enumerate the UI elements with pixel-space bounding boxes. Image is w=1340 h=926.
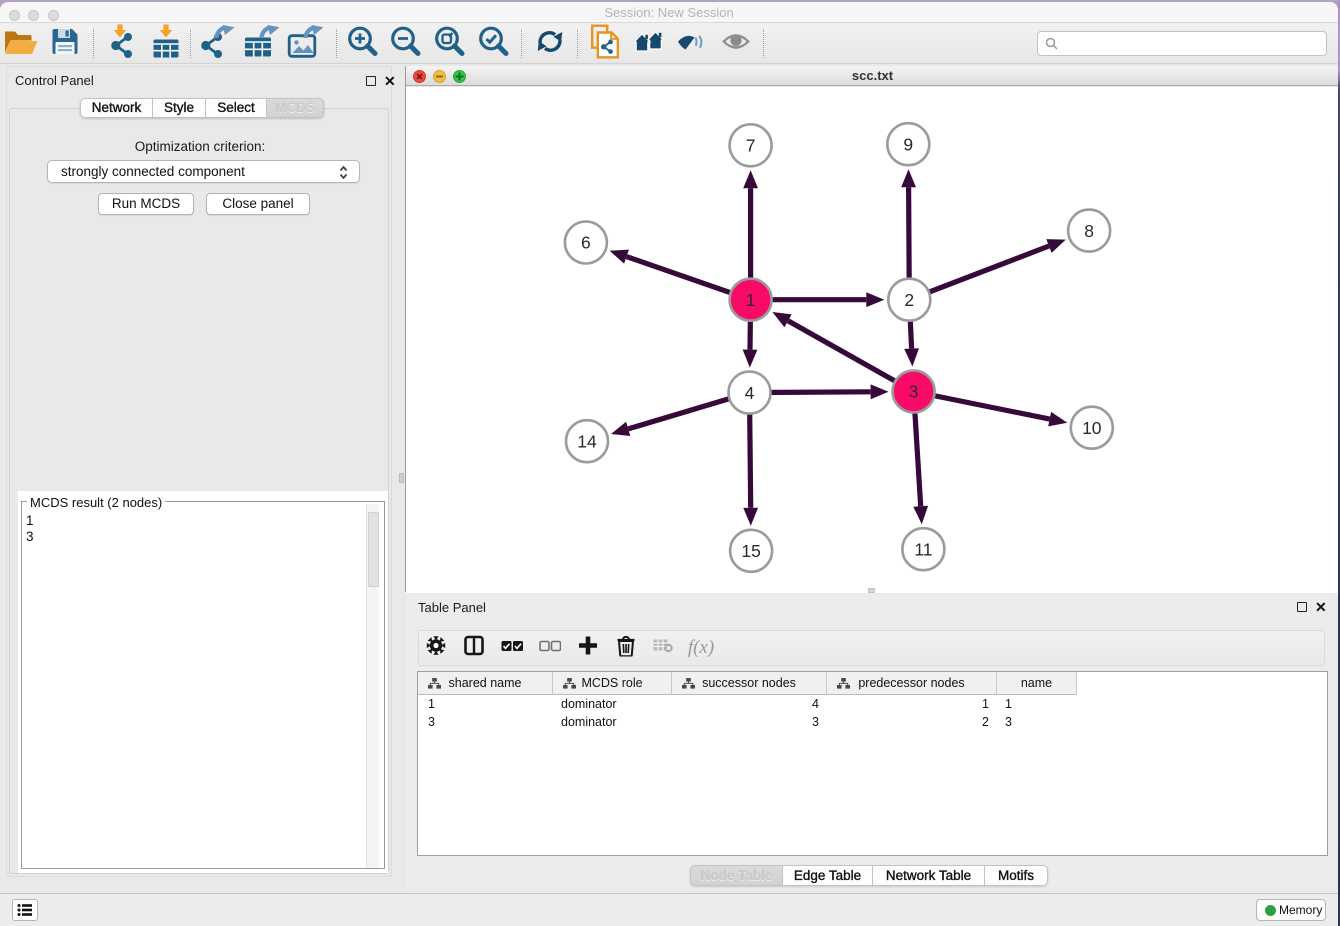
svg-text:3: 3 <box>909 382 919 402</box>
svg-text:6: 6 <box>581 233 591 253</box>
svg-text:10: 10 <box>1082 418 1102 438</box>
svg-text:2: 2 <box>904 290 914 310</box>
svg-text:9: 9 <box>903 134 913 154</box>
svg-text:7: 7 <box>746 136 756 156</box>
svg-text:14: 14 <box>577 431 597 451</box>
svg-text:11: 11 <box>914 539 932 559</box>
svg-text:1: 1 <box>746 290 756 310</box>
svg-text:4: 4 <box>745 383 755 403</box>
svg-text:15: 15 <box>741 541 760 561</box>
svg-text:8: 8 <box>1084 221 1094 241</box>
